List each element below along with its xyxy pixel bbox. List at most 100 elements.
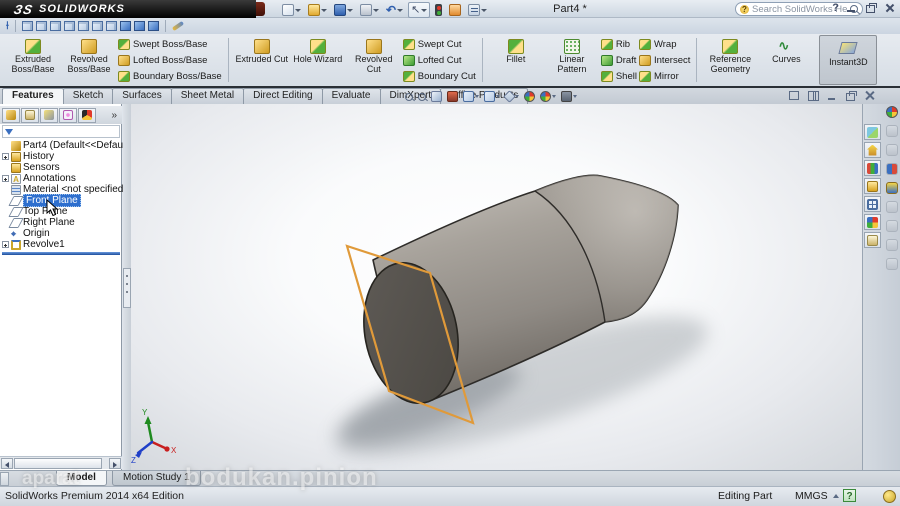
doc-minimize-button[interactable] <box>826 90 838 101</box>
bottom-splitter-handle[interactable] <box>0 472 9 486</box>
swept-boss-base-button[interactable]: Swept Boss/Base <box>118 37 222 51</box>
new-document-button[interactable] <box>280 3 303 17</box>
select-button[interactable]: ↖ <box>408 2 431 18</box>
extruded-boss-base-button[interactable]: Extruded Boss/Base <box>6 36 60 84</box>
scrollbar-thumb[interactable] <box>14 458 102 469</box>
zoom-area-button[interactable] <box>418 92 426 101</box>
appearance-target-button[interactable] <box>540 91 556 102</box>
display-style-button[interactable] <box>484 91 500 102</box>
reference-geometry-button[interactable]: Reference Geometry <box>703 36 757 84</box>
view-dimetric-icon[interactable] <box>147 21 159 31</box>
tab-sketch[interactable]: Sketch <box>62 88 114 104</box>
tree-item-annotations[interactable]: A Annotations <box>0 173 122 184</box>
curves-button[interactable]: ∿ Curves <box>759 36 813 84</box>
doc-window-tile-icon[interactable] <box>788 90 800 101</box>
appearances-ball-icon[interactable] <box>886 106 898 118</box>
dimxpertmanager-tab[interactable] <box>59 107 77 123</box>
open-button[interactable] <box>306 3 329 17</box>
forum-tab[interactable] <box>864 124 881 140</box>
shell-button[interactable]: Shell <box>600 69 637 83</box>
appearance-apply-icon[interactable] <box>886 163 898 175</box>
scene-box-icon[interactable] <box>886 182 898 194</box>
tree-item-sensors[interactable]: Sensors <box>0 162 122 173</box>
mirror-button[interactable]: Mirror <box>638 69 690 83</box>
extruded-cut-button[interactable]: Extruded Cut <box>235 36 289 84</box>
tabstrip-overflow-chevron[interactable]: » <box>111 110 120 121</box>
tree-item-revolve1[interactable]: Revolve1 <box>0 239 122 250</box>
tree-item-front-plane[interactable]: Front Plane <box>0 194 122 207</box>
view-left-icon[interactable] <box>49 21 61 31</box>
doc-window-cascade-icon[interactable] <box>807 90 819 101</box>
axis-icon[interactable]: ⟊ <box>6 20 9 32</box>
file-properties-button[interactable] <box>447 3 463 17</box>
help-button[interactable]: ? <box>832 2 839 14</box>
expand-plus-icon[interactable] <box>2 153 9 160</box>
boundary-cut-button[interactable]: Boundary Cut <box>402 69 476 83</box>
tab-surfaces[interactable]: Surfaces <box>112 88 172 104</box>
tree-item-top-plane[interactable]: Top Plane <box>0 206 122 217</box>
fillet-button[interactable]: Fillet <box>489 36 543 84</box>
scroll-left-arrow[interactable] <box>1 458 13 469</box>
doc-restore-button[interactable] <box>845 90 857 101</box>
minimize-button[interactable] <box>845 2 858 14</box>
tree-root-part[interactable]: Part4 (Default<<Default>_Disp <box>0 140 159 151</box>
save-button[interactable] <box>332 3 355 17</box>
expand-plus-icon[interactable] <box>2 175 9 182</box>
sketch-pencil-icon[interactable] <box>171 20 184 32</box>
swept-cut-button[interactable]: Swept Cut <box>402 37 476 51</box>
splitter-handle[interactable] <box>123 268 131 308</box>
hole-wizard-button[interactable]: Hole Wizard <box>291 36 345 84</box>
restore-button[interactable] <box>864 2 877 14</box>
panel-splitter[interactable] <box>123 104 131 470</box>
file-explorer-tab[interactable] <box>864 178 881 194</box>
rebuild-button[interactable] <box>433 3 444 17</box>
view-trimetric-icon[interactable] <box>133 21 145 31</box>
displaymanager-tab[interactable] <box>78 107 96 123</box>
revolved-cut-button[interactable]: Revolved Cut <box>347 36 401 84</box>
tab-sheet-metal[interactable]: Sheet Metal <box>170 88 245 104</box>
view-top-icon[interactable] <box>77 21 89 31</box>
tab-evaluate[interactable]: Evaluate <box>321 88 381 104</box>
tab-model[interactable]: Model <box>56 471 107 486</box>
scroll-right-arrow[interactable] <box>109 458 121 469</box>
boundary-boss-base-button[interactable]: Boundary Boss/Base <box>118 69 222 83</box>
doc-close-button[interactable] <box>864 90 876 101</box>
tree-filter-field[interactable] <box>2 125 120 138</box>
wrap-button[interactable]: Wrap <box>638 37 690 51</box>
configurationmanager-tab[interactable] <box>40 107 58 123</box>
view-right-icon[interactable] <box>63 21 75 31</box>
quick-tips-button[interactable]: ? <box>843 489 856 502</box>
view-isometric-icon[interactable] <box>119 21 131 31</box>
custom-properties-tab[interactable] <box>864 232 881 248</box>
edit-appearance-button[interactable] <box>524 91 535 102</box>
rollback-bar[interactable] <box>2 252 120 255</box>
print-button[interactable] <box>358 3 381 17</box>
view-normal-icon[interactable] <box>105 21 117 31</box>
design-library-tab[interactable] <box>864 160 881 176</box>
apply-scene-button[interactable] <box>561 91 577 102</box>
tab-motion-study[interactable]: Motion Study 1 <box>112 471 201 486</box>
linear-pattern-button[interactable]: Linear Pattern <box>545 36 599 84</box>
model-canvas[interactable]: Y X Z <box>131 104 862 470</box>
tree-horizontal-scrollbar[interactable] <box>0 456 122 469</box>
options-button[interactable] <box>466 3 489 17</box>
close-button[interactable] <box>883 2 896 14</box>
expand-plus-icon[interactable] <box>2 241 9 248</box>
tab-direct-editing[interactable]: Direct Editing <box>243 88 323 104</box>
units-selector[interactable]: MMGS <box>795 490 839 502</box>
view-front-icon[interactable] <box>21 21 33 31</box>
undo-button[interactable]: ↶ <box>384 3 405 17</box>
rib-button[interactable]: Rib <box>600 37 637 51</box>
section-view-button[interactable] <box>447 91 458 102</box>
instant3d-button-pressed[interactable]: Instant3D <box>819 35 878 85</box>
appearances-tab[interactable] <box>864 214 881 230</box>
revolved-boss-base-button[interactable]: Revolved Boss/Base <box>62 36 116 84</box>
view-bottom-icon[interactable] <box>91 21 103 31</box>
zoom-fit-button[interactable] <box>405 92 413 101</box>
resources-tab[interactable] <box>864 142 881 158</box>
view-back-icon[interactable] <box>35 21 47 31</box>
view-palette-tab[interactable] <box>864 196 881 212</box>
tab-features[interactable]: Features <box>2 88 64 104</box>
propertymanager-tab[interactable] <box>21 107 39 123</box>
featuremanager-tab[interactable] <box>2 107 20 123</box>
